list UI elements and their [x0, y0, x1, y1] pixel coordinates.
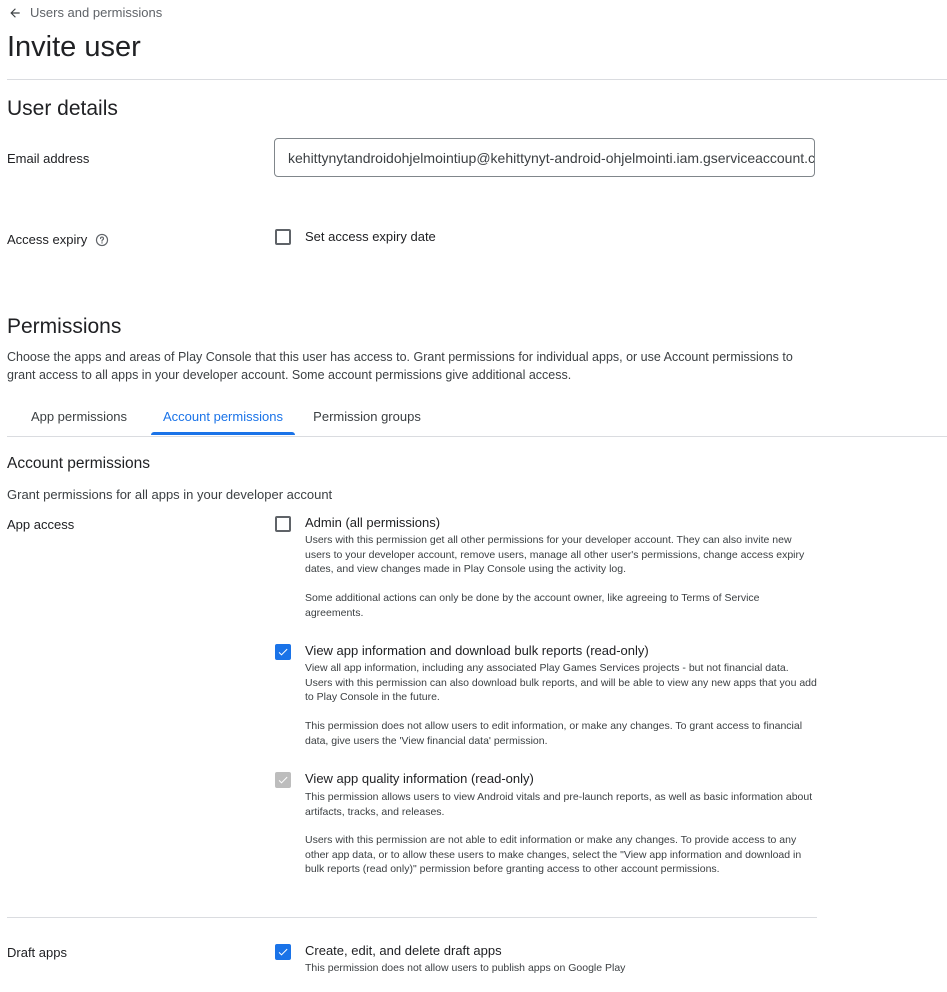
access-expiry-label: Access expiry — [7, 232, 88, 247]
header-divider — [7, 79, 947, 80]
tab-permission-groups[interactable]: Permission groups — [299, 398, 435, 435]
help-circle-icon[interactable] — [95, 233, 109, 247]
view-app-quality-desc: This permission allows users to view And… — [305, 791, 813, 818]
email-field[interactable]: kehittynytandroidohjelmointiup@kehittyny… — [274, 138, 815, 177]
view-app-quality-title: View app quality information (read-only) — [305, 771, 534, 786]
view-app-info-checkbox[interactable] — [275, 644, 291, 660]
admin-permission-note: Some additional actions can only be done… — [305, 592, 760, 619]
set-expiry-checkbox[interactable] — [275, 229, 291, 245]
account-permissions-subtitle: Grant permissions for all apps in your d… — [7, 487, 333, 502]
account-permissions-title: Account permissions — [7, 455, 151, 472]
breadcrumb-label: Users and permissions — [30, 5, 163, 20]
draft-apps-checkbox[interactable] — [275, 944, 291, 960]
admin-checkbox[interactable] — [275, 516, 291, 532]
view-app-info-desc: View all app information, including any … — [305, 662, 817, 703]
tab-account-permissions[interactable]: Account permissions — [151, 398, 295, 435]
app-access-label: App access — [7, 517, 75, 532]
active-tab-indicator — [151, 432, 295, 435]
arrow-left-icon — [10, 7, 20, 18]
set-expiry-label: Set access expiry date — [305, 229, 436, 244]
permissions-title: Permissions — [7, 315, 122, 338]
page-title: Invite user — [7, 31, 141, 63]
breadcrumb-back-link[interactable]: Users and permissions — [8, 5, 162, 20]
user-details-title: User details — [7, 97, 118, 120]
access-expiry-label-row: Access expiry — [7, 232, 109, 247]
permissions-description: Choose the apps and areas of Play Consol… — [7, 350, 793, 382]
view-app-quality-note: Users with this permission are not able … — [305, 834, 802, 875]
tab-app-permissions[interactable]: App permissions — [7, 398, 151, 435]
permissions-tabs: App permissions Account permissions Perm… — [7, 398, 947, 437]
admin-permission-title: Admin (all permissions) — [305, 515, 441, 530]
draft-apps-title: Create, edit, and delete draft apps — [305, 943, 502, 958]
email-label: Email address — [7, 151, 90, 166]
check-icon — [278, 776, 288, 784]
admin-permission-desc: Users with this permission get all other… — [305, 534, 805, 575]
section-divider — [7, 917, 817, 918]
draft-apps-label: Draft apps — [7, 945, 67, 960]
check-icon — [278, 948, 288, 956]
draft-apps-desc: This permission does not allow users to … — [305, 962, 626, 974]
check-icon — [278, 648, 288, 656]
view-app-info-note: This permission does not allow users to … — [305, 720, 803, 747]
view-app-info-title: View app information and download bulk r… — [305, 643, 649, 658]
view-app-quality-checkbox — [275, 772, 291, 788]
